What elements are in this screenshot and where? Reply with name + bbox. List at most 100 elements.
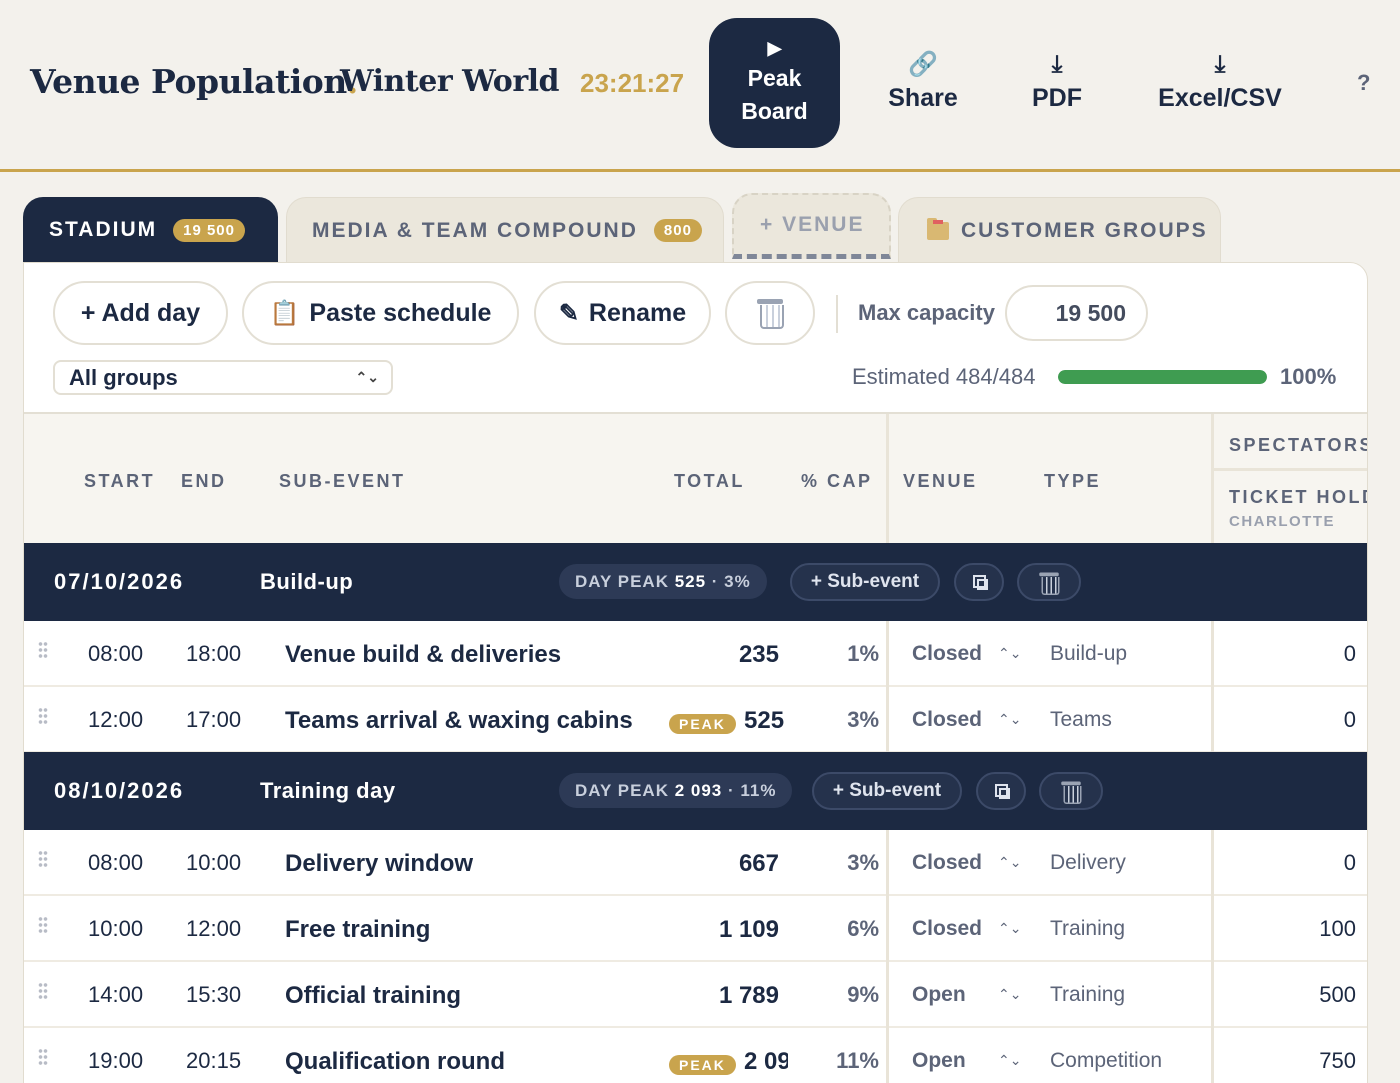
cap-percent: 9% [847, 982, 879, 1007]
venue-status-select[interactable]: Open [912, 983, 966, 1007]
col-sub-event[interactable]: SUB-EVENT [279, 471, 406, 492]
add-sub-event-button[interactable]: + Sub-event [790, 563, 940, 601]
share-button[interactable]: 🔗 Share [888, 50, 958, 113]
spectator-count[interactable]: 0 [1344, 707, 1356, 733]
cap-percent: 6% [847, 916, 879, 941]
table-row[interactable]: 08:00 10:00 Delivery window 667 3% Close… [24, 830, 1367, 896]
start-time[interactable]: 12:00 [88, 707, 143, 733]
end-time[interactable]: 17:00 [186, 707, 241, 733]
sub-event-type[interactable]: Teams [1050, 708, 1112, 732]
sub-event-type[interactable]: Training [1050, 983, 1125, 1007]
sub-event-type[interactable]: Delivery [1050, 851, 1126, 875]
sub-event-type[interactable]: Training [1050, 917, 1125, 941]
rename-button[interactable]: ✎ Rename [534, 281, 711, 345]
tab-media-team-compound[interactable]: MEDIA & TEAM COMPOUND 800 [286, 197, 724, 263]
end-time[interactable]: 15:30 [186, 982, 241, 1008]
tab-customer-groups[interactable]: CUSTOMER GROUPS [898, 197, 1221, 263]
col-total[interactable]: TOTAL [674, 471, 745, 492]
day-date[interactable]: 07/10/2026 [54, 569, 184, 595]
venue-status-select[interactable]: Closed [912, 642, 982, 666]
start-time[interactable]: 08:00 [88, 641, 143, 667]
pdf-button[interactable]: ⤓ PDF [1030, 50, 1084, 113]
table-row[interactable]: 12:00 17:00 Teams arrival & waxing cabin… [24, 687, 1367, 753]
trash-icon [757, 299, 784, 329]
app-logo[interactable]: Venue Population. [30, 62, 358, 101]
paste-schedule-label: Paste schedule [309, 298, 492, 327]
tab-stadium[interactable]: STADIUM 19 500 [23, 197, 278, 263]
sub-event-name[interactable]: Teams arrival & waxing cabins [285, 707, 633, 735]
add-day-button[interactable]: + Add day [53, 281, 228, 345]
delete-day-button[interactable] [1039, 772, 1103, 810]
sub-event-name[interactable]: Delivery window [285, 850, 473, 878]
venue-status-select[interactable]: Closed [912, 851, 982, 875]
day-peak-prefix: DAY PEAK [575, 572, 675, 591]
day-header-row: 07/10/2026 Build-up DAY PEAK 525 · 3% + … [24, 543, 1367, 621]
spectator-count[interactable]: 0 [1344, 641, 1356, 667]
table-row[interactable]: 19:00 20:15 Qualification round PEAK 2 0… [24, 1028, 1367, 1083]
sub-event-name[interactable]: Free training [285, 916, 430, 944]
peak-board-button[interactable]: ▶ Peak Board [709, 18, 840, 148]
venue-status-select[interactable]: Closed [912, 708, 982, 732]
end-time[interactable]: 20:15 [186, 1048, 241, 1074]
col-type[interactable]: TYPE [1044, 471, 1101, 492]
col-venue[interactable]: VENUE [903, 471, 978, 492]
peak-board-label-1: Peak [747, 65, 802, 91]
day-date[interactable]: 08/10/2026 [54, 778, 184, 804]
cap-percent: 1% [847, 641, 879, 666]
sub-event-name[interactable]: Official training [285, 982, 461, 1010]
sub-event-name[interactable]: Qualification round [285, 1048, 505, 1076]
day-header-row: 08/10/2026 Training day DAY PEAK 2 093 ·… [24, 752, 1367, 830]
end-time[interactable]: 18:00 [186, 641, 241, 667]
start-time[interactable]: 14:00 [88, 982, 143, 1008]
column-divider [886, 962, 889, 1028]
col-cap[interactable]: % CAP [801, 471, 873, 492]
col-ticket-holders[interactable]: TICKET HOLD. [1229, 487, 1367, 508]
spectator-count[interactable]: 750 [1319, 1048, 1356, 1074]
day-peak-suffix: · 3% [706, 572, 751, 591]
col-end[interactable]: END [181, 471, 227, 492]
delete-day-button[interactable] [1017, 563, 1081, 601]
excel-csv-label: Excel/CSV [1158, 84, 1282, 112]
venue-status-select[interactable]: Open [912, 1049, 966, 1073]
drag-handle-icon[interactable] [38, 916, 48, 934]
spectator-count[interactable]: 0 [1344, 850, 1356, 876]
table-row[interactable]: 08:00 18:00 Venue build & deliveries 235… [24, 621, 1367, 687]
pencil-icon: ✎ [558, 299, 579, 327]
drag-handle-icon[interactable] [38, 641, 48, 659]
col-start[interactable]: START [84, 471, 155, 492]
sub-event-name[interactable]: Venue build & deliveries [285, 641, 561, 669]
spectator-count[interactable]: 100 [1319, 916, 1356, 942]
share-label: Share [888, 84, 958, 112]
drag-handle-icon[interactable] [38, 707, 48, 725]
day-name[interactable]: Build-up [260, 569, 353, 595]
sub-event-type[interactable]: Competition [1050, 1049, 1162, 1073]
sub-event-type[interactable]: Build-up [1050, 642, 1127, 666]
col-ticket-holders-sub: CHARLOTTE [1229, 513, 1335, 530]
table-row[interactable]: 14:00 15:30 Official training 1 789 9% O… [24, 962, 1367, 1028]
start-time[interactable]: 10:00 [88, 916, 143, 942]
help-button[interactable]: ? [1357, 70, 1370, 96]
add-venue-tab[interactable]: + VENUE [732, 193, 891, 259]
toolbar-divider [836, 295, 838, 333]
drag-handle-icon[interactable] [38, 850, 48, 868]
excel-csv-button[interactable]: ⤓ Excel/CSV [1156, 50, 1284, 113]
drag-handle-icon[interactable] [38, 1048, 48, 1066]
drag-handle-icon[interactable] [38, 982, 48, 1000]
start-time[interactable]: 19:00 [88, 1048, 143, 1074]
duplicate-day-button[interactable] [954, 563, 1004, 601]
duplicate-day-button[interactable] [976, 772, 1026, 810]
max-capacity-input[interactable]: 19 500 [1005, 285, 1148, 341]
start-time[interactable]: 08:00 [88, 850, 143, 876]
delete-venue-button[interactable] [725, 281, 815, 345]
group-filter-select[interactable]: All groups ⌃⌄ [53, 360, 393, 395]
chevron-up-down-icon: ⌃⌄ [998, 854, 1022, 870]
link-icon: 🔗 [908, 51, 938, 78]
day-name[interactable]: Training day [260, 778, 396, 804]
paste-schedule-button[interactable]: 📋 Paste schedule [242, 281, 519, 345]
end-time[interactable]: 12:00 [186, 916, 241, 942]
add-sub-event-button[interactable]: + Sub-event [812, 772, 962, 810]
venue-status-select[interactable]: Closed [912, 917, 982, 941]
end-time[interactable]: 10:00 [186, 850, 241, 876]
spectator-count[interactable]: 500 [1319, 982, 1356, 1008]
table-row[interactable]: 10:00 12:00 Free training 1 109 6% Close… [24, 896, 1367, 962]
